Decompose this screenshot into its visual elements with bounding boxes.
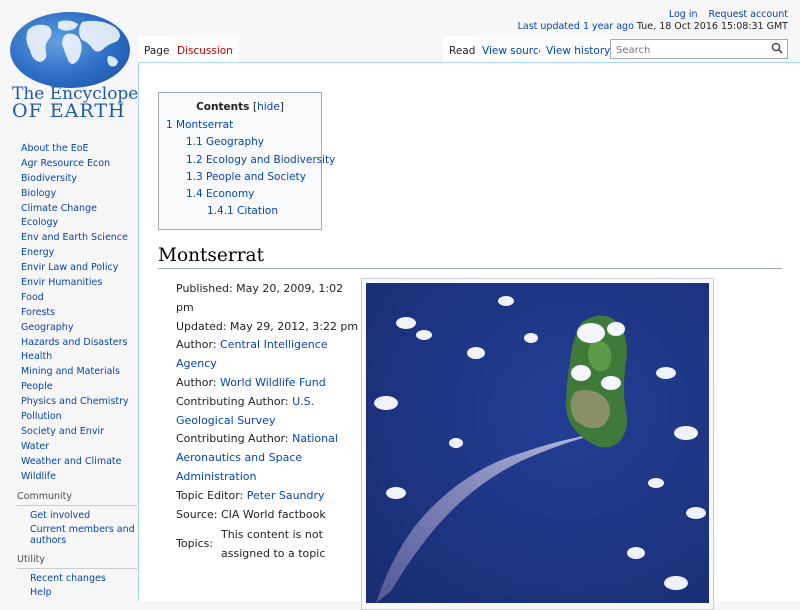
get-involved-link[interactable]: Get involved <box>17 510 137 521</box>
updated-date: Updated: May 29, 2012, 3:22 pm <box>176 319 359 333</box>
topics-value: This content is not assigned to a topic <box>221 528 326 561</box>
login-link[interactable]: Log in <box>669 9 698 20</box>
community-heading: Community <box>17 491 137 506</box>
community-portal: Community Get involved Current members a… <box>17 491 137 549</box>
sidebar-nav: About the EoE Agr Resource Econ Biodiver… <box>0 142 138 484</box>
sidebar-item-water[interactable]: Water <box>0 440 138 455</box>
globe-logo-icon <box>10 12 130 88</box>
sidebar-item-forests[interactable]: Forests <box>0 306 138 321</box>
sidebar-item-weather-climate[interactable]: Weather and Climate <box>0 455 138 470</box>
topic-editor-link[interactable]: Peter Saundry <box>247 489 325 502</box>
sidebar-item-energy[interactable]: Energy <box>0 246 138 261</box>
search-box <box>610 39 788 59</box>
author2-label: Author: <box>176 375 221 389</box>
last-updated-prefix[interactable]: Last updated <box>518 21 580 32</box>
sidebar-item-geography[interactable]: Geography <box>0 321 138 336</box>
request-account-link[interactable]: Request account <box>709 9 788 20</box>
author2-link[interactable]: World Wildlife Fund <box>220 376 326 389</box>
sidebar-item-mining-materials[interactable]: Mining and Materials <box>0 365 138 380</box>
toc-item[interactable]: 1.4 Economy <box>186 188 254 200</box>
search-input[interactable] <box>614 41 768 59</box>
published-date: Published: May 20, 2009, 1:02 pm <box>176 282 344 314</box>
page-title: Montserrat <box>158 245 782 269</box>
sidebar-item-pollution[interactable]: Pollution <box>0 410 138 425</box>
sidebar-item-society-envir[interactable]: Society and Envir <box>0 425 138 440</box>
toc-hide-toggle[interactable]: hide <box>257 101 280 113</box>
topics-label: Topics: <box>176 537 214 551</box>
article-metadata: Published: May 20, 2009, 1:02 pm Updated… <box>176 280 361 564</box>
sidebar-item-food[interactable]: Food <box>0 291 138 306</box>
last-updated-date: Tue, 18 Oct 2016 15:08:31 GMT <box>636 21 788 32</box>
toc-item[interactable]: 1.1 Geography <box>186 136 264 148</box>
current-members-link[interactable]: Current members and authors <box>17 524 137 546</box>
sidebar-item-hazards-disasters[interactable]: Hazards and Disasters <box>0 336 138 351</box>
last-updated-relative[interactable]: 1 year ago <box>583 21 634 32</box>
tab-discussion[interactable]: Discussion <box>171 36 239 63</box>
tab-view-source-label: View source <box>482 45 546 57</box>
sidebar-item-biology[interactable]: Biology <box>0 187 138 202</box>
toc-title: Contents [hide] <box>196 101 284 113</box>
help-link[interactable]: Help <box>17 587 137 598</box>
toc-item[interactable]: 1.2 Ecology and Biodiversity <box>186 154 335 166</box>
recent-changes-link[interactable]: Recent changes <box>17 573 137 584</box>
tab-page[interactable]: Page <box>138 36 176 63</box>
tab-view-history-label: View history <box>546 45 611 57</box>
sidebar-item-agr-resource-econ[interactable]: Agr Resource Econ <box>0 157 138 172</box>
topics-row: Topics: This content is not assigned to … <box>176 526 361 564</box>
logo[interactable]: The Encyclopedia OF EARTH <box>8 8 165 122</box>
sidebar-item-biodiversity[interactable]: Biodiversity <box>0 172 138 187</box>
last-updated: Last updated 1 year ago Tue, 18 Oct 2016… <box>518 21 788 32</box>
sidebar-item-env-earth-science[interactable]: Env and Earth Science <box>0 231 138 246</box>
satellite-image[interactable] <box>366 283 709 603</box>
sidebar-item-ecology[interactable]: Ecology <box>0 216 138 231</box>
sidebar-item-climate-change[interactable]: Climate Change <box>0 202 138 217</box>
toc-item[interactable]: 1.4.1 Citation <box>207 205 278 217</box>
contributing-author2-label: Contributing Author: <box>176 432 293 446</box>
toc-title-text: Contents <box>196 101 250 113</box>
content-area: Contents [hide] 1 Montserrat 1.1 Geograp… <box>138 62 800 610</box>
satellite-image-frame[interactable] <box>361 278 714 610</box>
search-icon[interactable] <box>771 42 783 54</box>
logo-text-line2: OF EARTH <box>12 100 126 122</box>
personal-tools: Log in Request account Last updated 1 ye… <box>518 9 788 32</box>
toc-item[interactable]: 1 Montserrat <box>166 119 233 131</box>
tab-read-label: Read <box>449 45 476 57</box>
source-text: Source: CIA World factbook <box>176 507 326 521</box>
sidebar-item-about[interactable]: About the EoE <box>0 142 138 157</box>
tab-discussion-label: Discussion <box>177 45 233 57</box>
sidebar: The Encyclopedia OF EARTH About the EoE … <box>0 0 165 601</box>
contributing-author-label: Contributing Author: <box>176 394 293 408</box>
author-label: Author: <box>176 338 221 352</box>
toc-item[interactable]: 1.3 People and Society <box>186 171 306 183</box>
topic-editor-label: Topic Editor: <box>176 488 247 502</box>
tab-page-label: Page <box>144 45 170 57</box>
sidebar-item-envir-humanities[interactable]: Envir Humanities <box>0 276 138 291</box>
sidebar-item-physics-chemistry[interactable]: Physics and Chemistry <box>0 395 138 410</box>
sidebar-item-health[interactable]: Health <box>0 350 138 365</box>
utility-portal: Utility Recent changes Help <box>17 554 137 601</box>
tab-view-history[interactable]: View history <box>540 36 617 63</box>
table-of-contents: Contents [hide] 1 Montserrat 1.1 Geograp… <box>158 92 335 230</box>
sidebar-item-people[interactable]: People <box>0 380 138 395</box>
sidebar-item-wildlife[interactable]: Wildlife <box>0 470 138 485</box>
sidebar-item-envir-law-policy[interactable]: Envir Law and Policy <box>0 261 138 276</box>
utility-heading: Utility <box>17 554 137 569</box>
